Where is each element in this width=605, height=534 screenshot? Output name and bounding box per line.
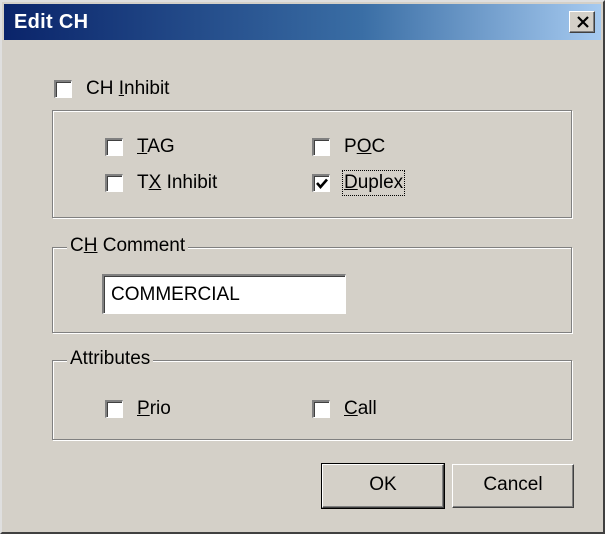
tag-checkbox[interactable]: TAG — [105, 136, 175, 158]
window-title: Edit CH — [14, 11, 89, 33]
options-group — [52, 110, 572, 218]
edit-ch-dialog: Edit CH CH Inhibit TAG TX Inhibit POC Du… — [0, 0, 605, 534]
tx-inhibit-checkbox[interactable]: TX Inhibit — [105, 172, 217, 194]
cancel-button[interactable]: Cancel — [452, 464, 574, 508]
tag-label: TAG — [137, 136, 175, 157]
ch-inhibit-box[interactable] — [54, 80, 72, 98]
ch-inhibit-label: CH Inhibit — [86, 78, 170, 99]
ch-comment-input[interactable]: COMMERCIAL — [102, 274, 346, 314]
title-bar[interactable]: Edit CH — [4, 4, 601, 40]
poc-checkbox[interactable]: POC — [312, 136, 385, 158]
poc-label: POC — [344, 136, 386, 157]
prio-box[interactable] — [105, 400, 123, 418]
duplex-checkbox[interactable]: Duplex — [312, 170, 406, 196]
attributes-legend: Attributes — [67, 348, 154, 370]
prio-checkbox[interactable]: Prio — [105, 398, 171, 420]
ch-comment-legend: CH Comment — [67, 235, 189, 257]
close-icon — [577, 16, 589, 28]
ch-inhibit-checkbox[interactable]: CH Inhibit — [54, 78, 169, 100]
tag-box[interactable] — [105, 138, 123, 156]
duplex-box[interactable] — [312, 174, 330, 192]
call-label: Call — [344, 398, 377, 419]
prio-label: Prio — [137, 398, 171, 419]
close-button[interactable] — [569, 11, 595, 33]
call-checkbox[interactable]: Call — [312, 398, 377, 420]
duplex-label: Duplex — [341, 170, 406, 196]
poc-box[interactable] — [312, 138, 330, 156]
call-box[interactable] — [312, 400, 330, 418]
checkmark-icon — [316, 178, 328, 189]
tx-inhibit-label: TX Inhibit — [137, 172, 218, 193]
tx-inhibit-box[interactable] — [105, 174, 123, 192]
ok-button[interactable]: OK — [321, 463, 445, 509]
